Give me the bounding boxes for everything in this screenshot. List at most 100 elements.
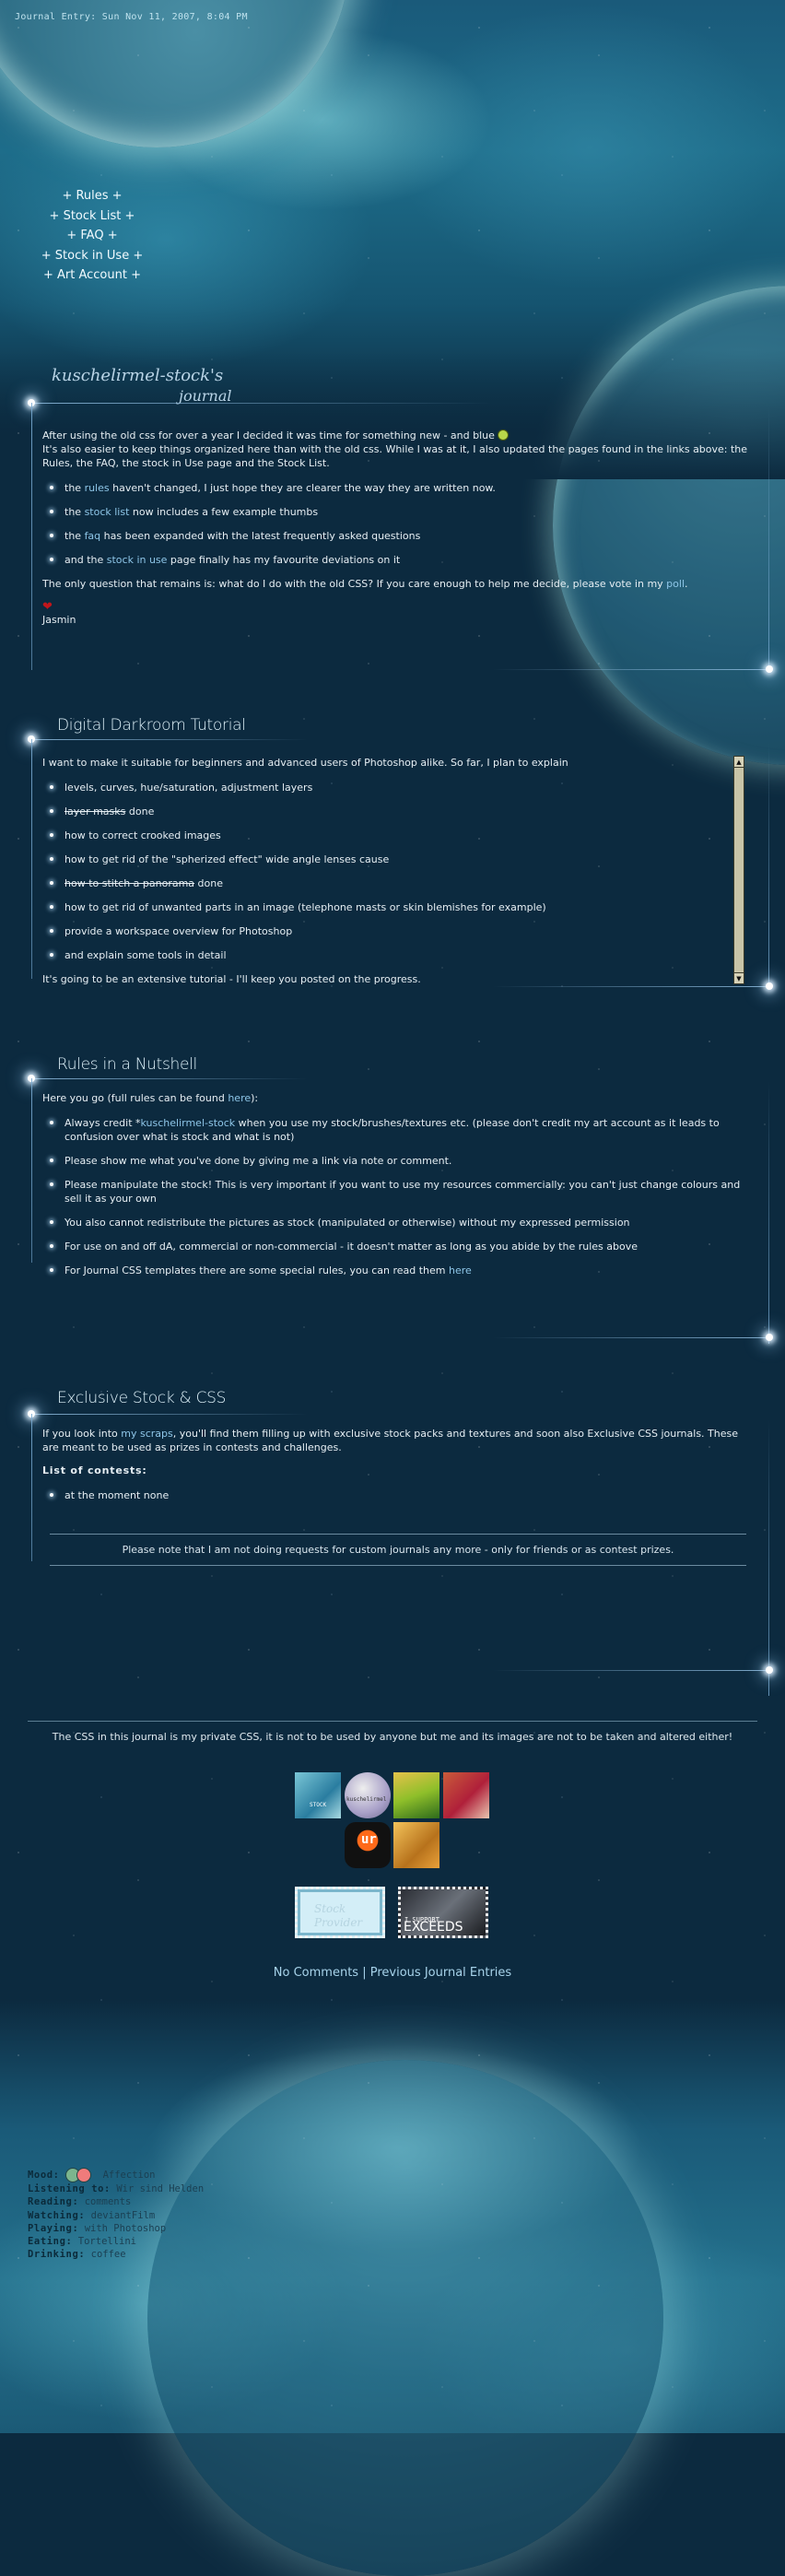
nav-faq[interactable]: + FAQ + — [37, 226, 147, 246]
list-item: the rules haven't changed, I just hope t… — [42, 481, 752, 495]
scroll-down-button[interactable]: ▼ — [734, 972, 744, 983]
divider — [493, 1337, 769, 1338]
tutorial-section: Digital Darkroom Tutorial I want to make… — [28, 716, 773, 1014]
contests-heading: List of contests: — [42, 1464, 147, 1476]
divider — [493, 986, 769, 987]
list-item: and explain some tools in detail — [42, 948, 724, 962]
poll-link[interactable]: poll — [666, 578, 685, 590]
exclusive-section: Exclusive Stock & CSS If you look into m… — [28, 1391, 773, 1696]
list-item: and the stock in use page finally has my… — [42, 553, 752, 567]
nav-art-account[interactable]: + Art Account + — [37, 265, 147, 286]
mood-row: Reading: comments — [28, 2196, 132, 2208]
mood-row: Playing: with Photoshop — [28, 2222, 167, 2234]
faq-link[interactable]: faq — [85, 530, 101, 542]
list-item: Always credit *kuschelirmel-stock when y… — [42, 1116, 752, 1144]
journal-intro-section: kuschelirmel-stock's journal After using… — [28, 366, 773, 673]
previous-entries-link[interactable]: Previous Journal Entries — [370, 1966, 511, 1980]
mood-row: Watching: deviantFilm — [28, 2209, 156, 2221]
separator: | — [362, 1966, 367, 1980]
star-ornament — [766, 665, 773, 673]
list-item: how to correct crooked images — [42, 829, 724, 842]
list-item: provide a workspace overview for Photosh… — [42, 924, 724, 938]
journal-script-title: kuschelirmel-stock's — [52, 366, 224, 385]
divider — [31, 403, 492, 404]
affiliate-thumb[interactable]: STOCK — [295, 1772, 341, 1818]
rules-body: Here you go (full rules can be found her… — [42, 1091, 752, 1288]
scrollbar[interactable]: ▲ ▼ — [733, 756, 744, 984]
mood-row: Eating: Tortellini — [28, 2236, 136, 2248]
star-ornament — [766, 1334, 773, 1341]
list-item: the stock list now includes a few exampl… — [42, 505, 752, 519]
kuschelirmel-stock-link[interactable]: kuschelirmel-stock — [141, 1117, 236, 1129]
list-item: at the moment none — [42, 1488, 752, 1502]
update-list: the rules haven't changed, I just hope t… — [42, 481, 752, 567]
divider — [31, 739, 32, 979]
divider — [768, 742, 769, 986]
section-title: Rules in a Nutshell — [57, 1055, 197, 1074]
contests-list: at the moment none — [42, 1488, 752, 1502]
divider — [768, 406, 769, 669]
list-item: how to get rid of unwanted parts in an i… — [42, 900, 724, 914]
tutorial-topic-list: levels, curves, hue/saturation, adjustme… — [42, 781, 724, 962]
stock-provider-stamp[interactable]: Stock Provider — [295, 1887, 385, 1938]
mood-face-icon — [76, 2168, 91, 2182]
list-item: Please show me what you've done by givin… — [42, 1154, 752, 1168]
journal-script-subtitle: journal — [179, 387, 232, 405]
affiliate-thumb[interactable] — [393, 1772, 439, 1818]
closing-text: The only question that remains is: what … — [42, 578, 667, 590]
full-rules-link[interactable]: here — [228, 1092, 251, 1104]
heart-icon: ❤ — [42, 600, 53, 614]
mood-row: Listening to: Wir sind Helden — [28, 2183, 205, 2194]
affiliate-thumb[interactable]: kuschelirmel — [345, 1772, 391, 1818]
star-ornament — [766, 982, 773, 990]
support-exceeds-stamp[interactable]: I SUPPORT EXCEEDS — [398, 1887, 488, 1938]
list-item: For Journal CSS templates there are some… — [42, 1264, 752, 1277]
divider — [31, 1414, 308, 1415]
mood-list: Mood: Affection Listening to: Wir sind H… — [28, 2168, 204, 2262]
divider — [31, 739, 308, 740]
journal-intro-body: After using the old css for over a year … — [42, 429, 752, 627]
journal-entry-date: Journal Entry: Sun Nov 11, 2007, 8:04 PM — [15, 12, 248, 22]
intro-text: After using the old css for over a year … — [42, 429, 495, 441]
divider — [31, 403, 32, 670]
list-item: You also cannot redistribute the picture… — [42, 1216, 752, 1229]
tutorial-scroll-area[interactable]: I want to make it suitable for beginners… — [42, 756, 744, 984]
divider — [28, 1721, 757, 1722]
comments-link[interactable]: No Comments — [274, 1966, 358, 1980]
custom-journal-note: Please note that I am not doing requests… — [50, 1534, 746, 1566]
intro-text: It's also easier to keep things organize… — [42, 443, 748, 469]
divider — [493, 669, 769, 670]
divider — [31, 1078, 32, 1263]
mood-row: Drinking: coffee — [28, 2249, 126, 2261]
list-item: Please manipulate the stock! This is ver… — [42, 1178, 752, 1206]
star-ornament — [766, 1666, 773, 1674]
nav-stock-in-use[interactable]: + Stock in Use + — [37, 246, 147, 266]
rules-link[interactable]: rules — [85, 482, 110, 494]
nav-rules[interactable]: + Rules + — [37, 186, 147, 206]
scroll-up-button[interactable]: ▲ — [734, 757, 744, 768]
grin-emoticon-icon — [498, 429, 510, 441]
divider — [493, 1670, 769, 1671]
tutorial-outro: It's going to be an extensive tutorial -… — [42, 973, 421, 984]
nav-stock-list[interactable]: + Stock List + — [37, 206, 147, 227]
my-scraps-link[interactable]: my scraps — [121, 1428, 172, 1440]
list-item: levels, curves, hue/saturation, adjustme… — [42, 781, 724, 794]
css-disclaimer: The CSS in this journal is my private CS… — [52, 1731, 733, 1743]
divider — [31, 1078, 308, 1079]
divider — [768, 1081, 769, 1344]
stock-list-link[interactable]: stock list — [85, 506, 130, 518]
list-item: For use on and off dA, commercial or non… — [42, 1240, 752, 1253]
section-title: Digital Darkroom Tutorial — [57, 716, 246, 735]
rules-section: Rules in a Nutshell Here you go (full ru… — [28, 1055, 773, 1353]
divider — [31, 1414, 32, 1561]
exclusive-body: If you look into my scraps, you'll find … — [42, 1427, 752, 1512]
affiliate-thumb[interactable] — [443, 1772, 489, 1818]
tutorial-intro: I want to make it suitable for beginners… — [42, 757, 568, 769]
affiliate-thumb[interactable] — [393, 1822, 439, 1868]
stock-in-use-link[interactable]: stock in use — [107, 554, 168, 566]
list-item: layer masks done — [42, 805, 724, 818]
footer-links: No Comments | Previous Journal Entries — [0, 1966, 785, 1980]
list-item: how to stitch a panorama done — [42, 876, 724, 890]
css-rules-link[interactable]: here — [449, 1264, 472, 1276]
affiliate-thumb[interactable]: ur — [345, 1822, 391, 1868]
